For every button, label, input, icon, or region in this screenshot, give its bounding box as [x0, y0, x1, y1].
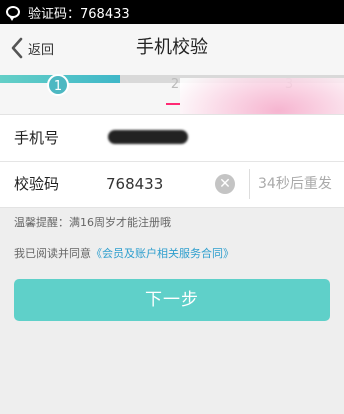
step-1: 1	[47, 74, 69, 96]
message-icon	[6, 6, 20, 21]
clear-icon[interactable]: ✕	[215, 174, 235, 194]
next-button[interactable]: 下一步	[14, 279, 330, 321]
divider	[249, 169, 250, 199]
back-button[interactable]: 返回	[10, 34, 54, 62]
phone-row[interactable]: 手机号	[0, 115, 344, 162]
agreement-line: 我已阅读并同意《会员及账户相关服务合同》	[14, 245, 234, 261]
status-bar: 验证码：768433	[0, 0, 344, 24]
code-row: 校验码 ✕ 34秒后重发	[0, 161, 344, 207]
phone-label: 手机号	[14, 129, 60, 147]
code-label: 校验码	[14, 175, 60, 193]
agree-prefix: 我已阅读并同意	[14, 247, 91, 260]
title-bar: 返回 手机校验	[0, 24, 344, 73]
code-input[interactable]	[106, 161, 206, 207]
age-tip: 温馨提醒：满16周岁才能注册哦	[14, 216, 171, 229]
agreement-link[interactable]: 《会员及账户相关服务合同》	[91, 247, 234, 260]
notification-text: 验证码：768433	[28, 6, 130, 22]
verification-form: 手机号 校验码 ✕ 34秒后重发	[0, 114, 344, 208]
redacted-phone-number	[108, 130, 188, 144]
back-label: 返回	[28, 42, 55, 58]
chevron-left-icon	[11, 37, 23, 59]
resend-button[interactable]: 34秒后重发	[258, 161, 332, 207]
step-marker	[166, 103, 180, 105]
